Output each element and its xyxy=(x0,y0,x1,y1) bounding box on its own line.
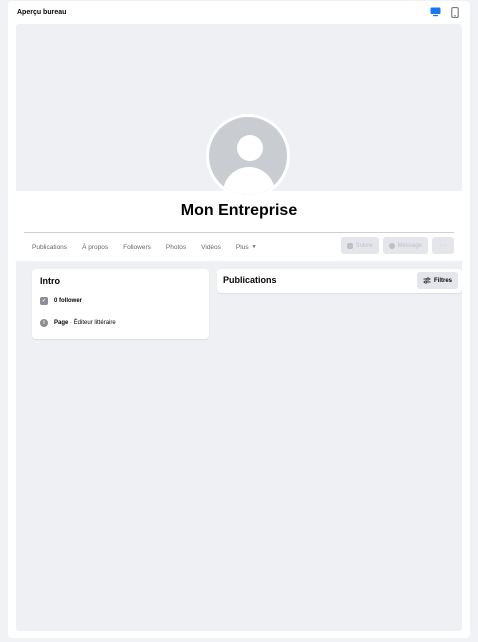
page-category-row: i Page · Éditeur littéraire xyxy=(40,319,116,327)
filter-sliders-icon xyxy=(423,277,431,284)
tab-publications[interactable]: Publications xyxy=(32,244,67,251)
intro-card: Intro ✓ 0 follower i Page · Éditeur litt… xyxy=(32,269,209,339)
tab-more[interactable]: Plus ▼ xyxy=(236,244,257,251)
profile-picture xyxy=(206,114,290,198)
page-name: Mon Entreprise xyxy=(180,202,298,219)
desktop-icon[interactable] xyxy=(429,6,441,18)
tab-followers[interactable]: Followers xyxy=(123,244,151,251)
tab-videos[interactable]: Vidéos xyxy=(201,244,221,251)
tab-label: Vidéos xyxy=(201,243,221,251)
mobile-icon[interactable] xyxy=(449,6,461,18)
more-dots-icon: ··· xyxy=(439,242,447,249)
page-label: Page xyxy=(54,320,69,326)
profile-tabs: Publications À propos Followers Photos V… xyxy=(32,238,272,256)
follow-label: Suivre xyxy=(355,242,373,249)
tab-label: Followers xyxy=(123,243,151,251)
filters-button[interactable]: Filtres xyxy=(416,272,458,289)
followers-row: ✓ 0 follower xyxy=(40,297,82,305)
follow-icon xyxy=(346,242,353,249)
preview-mode-switch xyxy=(429,6,461,18)
filters-label: Filtres xyxy=(433,277,452,284)
message-button[interactable]: Message xyxy=(382,237,428,254)
tab-label: Photos xyxy=(165,243,187,251)
publications-title: Publications xyxy=(223,275,277,285)
info-icon: i xyxy=(40,319,48,327)
page-category: · Éditeur littéraire xyxy=(68,320,116,326)
message-label: Message xyxy=(397,242,422,249)
tab-photos[interactable]: Photos xyxy=(166,244,186,251)
checkbox-icon: ✓ xyxy=(40,297,48,305)
tab-label: Plus xyxy=(235,243,249,251)
preview-title: Aperçu bureau xyxy=(17,8,67,16)
caret-down-icon: ▼ xyxy=(251,244,257,250)
profile-actions: Suivre Message ··· xyxy=(340,237,454,254)
publications-card: Publications Filtres xyxy=(217,269,462,293)
followers-count: 0 follower xyxy=(54,298,83,304)
tab-about[interactable]: À propos xyxy=(82,244,108,251)
follow-button[interactable]: Suivre xyxy=(340,237,379,254)
preview-frame: Aperçu bureau Mon Entreprise Publication… xyxy=(8,1,470,638)
preview-topbar: Aperçu bureau xyxy=(8,1,470,23)
intro-title: Intro xyxy=(40,276,60,286)
page-preview: Mon Entreprise Publications À propos Fol… xyxy=(16,24,462,631)
tab-label: Publications xyxy=(32,243,68,251)
avatar-head-shape xyxy=(237,135,263,161)
tab-label: À propos xyxy=(82,243,109,251)
messenger-icon xyxy=(388,242,395,249)
header-divider xyxy=(24,232,454,233)
more-options-button[interactable]: ··· xyxy=(432,237,454,254)
avatar-body-shape xyxy=(223,167,275,195)
